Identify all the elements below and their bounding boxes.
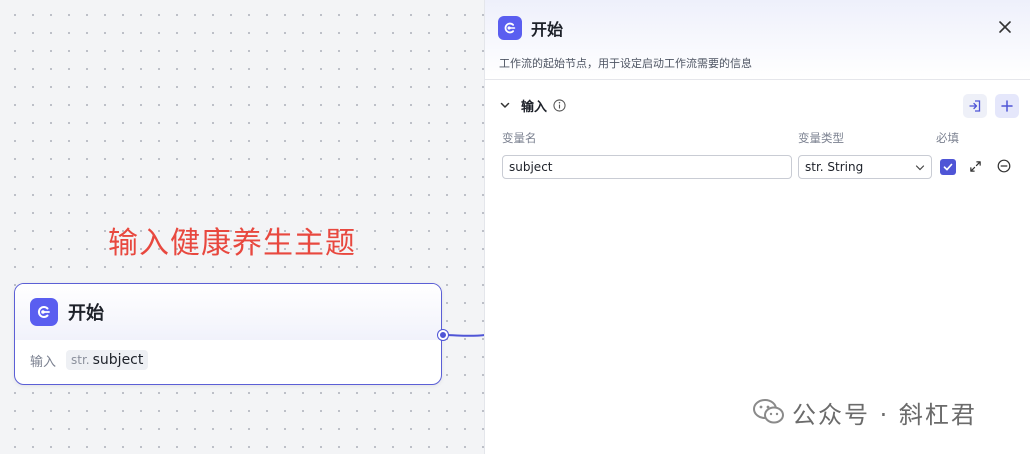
column-header-type: 变量类型: [798, 131, 844, 145]
input-section-label: 输入: [521, 99, 548, 115]
chevron-down-icon[interactable]: [499, 99, 511, 111]
start-node-header: 开始: [15, 284, 441, 340]
column-header-required: 必填: [936, 131, 959, 145]
close-icon[interactable]: [996, 18, 1014, 36]
chevron-down-icon: [915, 165, 925, 171]
input-section-header[interactable]: 输入: [499, 94, 1019, 118]
node-input-label: 输入: [30, 354, 57, 370]
start-node[interactable]: 开始 输入 str. subject: [14, 283, 442, 385]
import-variables-button[interactable]: [963, 94, 987, 118]
panel-start-icon: [498, 16, 522, 40]
plus-icon: [1001, 100, 1013, 112]
check-icon: [943, 163, 953, 171]
node-variable-type: str.: [71, 353, 90, 367]
node-config-panel: 开始 工作流的起始节点，用于设定启动工作流需要的信息 输入 变量名 变量类型 必…: [484, 0, 1030, 454]
expand-icon[interactable]: [969, 160, 982, 173]
node-variable-name: subject: [92, 352, 144, 368]
variable-name-input[interactable]: [502, 155, 792, 179]
node-variable-chip: str. subject: [66, 350, 149, 370]
remove-icon[interactable]: [997, 159, 1011, 173]
watermark-text: 公众号 · 斜杠君: [792, 400, 977, 429]
start-node-output-port[interactable]: [438, 330, 448, 340]
node-edge: [443, 334, 486, 337]
column-header-name: 变量名: [502, 131, 537, 145]
canvas-annotation: 输入健康养生主题: [108, 226, 356, 261]
variable-type-value: str. String: [805, 160, 864, 174]
start-node-title: 开始: [68, 303, 104, 324]
watermark: 公众号 · 斜杠君: [752, 396, 977, 429]
start-node-icon: [30, 298, 58, 326]
info-icon[interactable]: [553, 98, 566, 112]
panel-description: 工作流的起始节点，用于设定启动工作流需要的信息: [499, 57, 752, 70]
import-icon: [969, 100, 981, 112]
panel-title: 开始: [531, 20, 564, 39]
required-checkbox[interactable]: [940, 159, 956, 175]
wechat-icon: [753, 399, 784, 424]
add-variable-button[interactable]: [995, 94, 1019, 118]
panel-header: 开始 工作流的起始节点，用于设定启动工作流需要的信息: [485, 0, 1030, 80]
start-node-inputs: 输入 str. subject: [15, 340, 441, 380]
variable-type-select[interactable]: str. String: [798, 155, 932, 179]
variable-row: str. String: [485, 155, 1030, 179]
